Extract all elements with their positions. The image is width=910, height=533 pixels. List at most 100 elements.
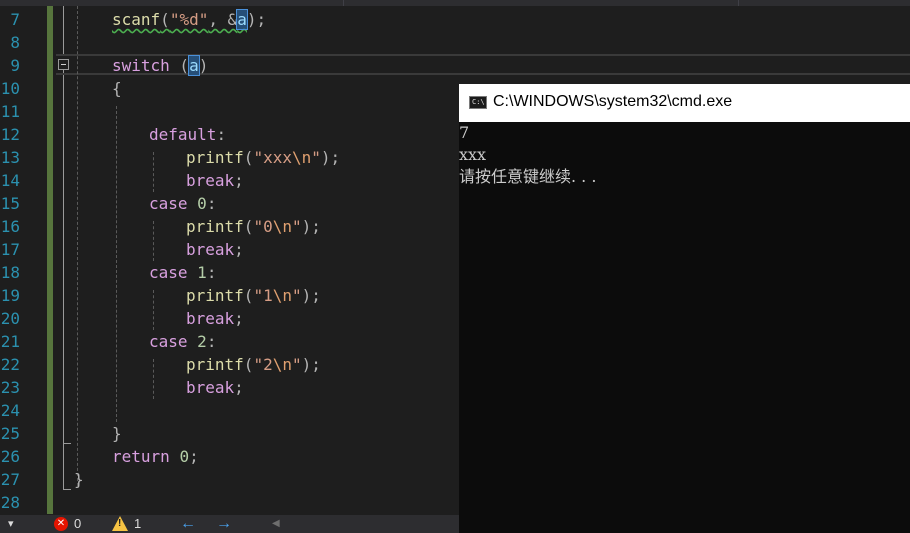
token: 1 <box>263 286 273 305</box>
cmd-icon: C:\. <box>469 96 487 109</box>
line-number: 13 <box>0 148 20 167</box>
warning-count[interactable]: 1 <box>134 515 141 533</box>
code-line-16: printf("0\n"); <box>186 215 321 238</box>
token: " <box>291 217 302 236</box>
console-window[interactable]: C:\. C:\WINDOWS\system32\cmd.exe 7 xxx 请… <box>459 84 910 533</box>
token: ; <box>234 309 244 328</box>
line-number: 25 <box>0 424 20 443</box>
code-line-23: break; <box>186 376 244 399</box>
console-title: C:\WINDOWS\system32\cmd.exe <box>493 93 733 110</box>
indent-guide <box>116 106 117 422</box>
token: : <box>206 332 217 351</box>
token: 0 <box>263 217 273 236</box>
line-number: 26 <box>0 447 20 466</box>
token: ); <box>301 217 321 236</box>
token: , & <box>208 10 238 29</box>
token: " <box>291 355 302 374</box>
token: ( <box>243 217 254 236</box>
line-number: 22 <box>0 355 20 374</box>
document-tab[interactable] <box>343 0 739 6</box>
indent-guide <box>153 152 154 192</box>
token: } <box>112 424 122 443</box>
error-count[interactable]: 0 <box>74 515 81 533</box>
line-number: 7 <box>10 10 20 29</box>
console-output: 7 xxx 请按任意键继续. . . <box>459 122 596 188</box>
token: 0 <box>197 194 207 213</box>
line-number: 18 <box>0 263 20 282</box>
token: ( <box>169 56 190 75</box>
token: "%d" <box>169 10 209 29</box>
line-number: 20 <box>0 309 20 328</box>
token: " <box>253 148 264 167</box>
line-number: 12 <box>0 125 20 144</box>
navigate-forward-icon[interactable]: → <box>216 515 232 533</box>
token: printf <box>186 217 244 236</box>
token: 0 <box>179 447 190 466</box>
token: xxx <box>263 148 292 167</box>
token: { <box>112 79 122 98</box>
token: switch <box>112 56 170 75</box>
token: default <box>149 125 217 144</box>
token: return <box>112 447 170 466</box>
token: ); <box>301 355 321 374</box>
token: " <box>253 286 264 305</box>
outline-end <box>63 489 71 490</box>
line-number: 16 <box>0 217 20 236</box>
token: case <box>149 263 188 282</box>
token: break <box>186 240 235 259</box>
document-tab-strip <box>0 0 910 6</box>
token: 1 <box>197 263 207 282</box>
line-number: 24 <box>0 401 20 420</box>
outline-end <box>63 443 71 444</box>
indent-guide <box>153 221 154 261</box>
warning-icon[interactable] <box>112 516 128 531</box>
code-line-22: printf("2\n"); <box>186 353 321 376</box>
token: ( <box>243 286 254 305</box>
token: : <box>206 194 217 213</box>
token: \n <box>272 217 292 236</box>
line-number-gutter: 7 8 9 10 11 12 13 14 15 16 17 18 19 20 2… <box>0 6 48 515</box>
token: ); <box>301 286 321 305</box>
token: : <box>216 125 227 144</box>
token: case <box>149 194 188 213</box>
indent-guide <box>77 6 78 486</box>
code-line-20: break; <box>186 307 244 330</box>
token: ; <box>234 378 244 397</box>
navigate-back-icon[interactable]: ← <box>180 515 196 533</box>
token: 2 <box>263 355 273 374</box>
token: break <box>186 309 235 328</box>
line-number: 23 <box>0 378 20 397</box>
line-number: 8 <box>10 33 20 52</box>
scroll-left-icon[interactable]: ◀ <box>272 515 280 533</box>
line-number: 9 <box>10 56 20 75</box>
highlighted-variable: a <box>188 55 200 76</box>
document-tab[interactable] <box>738 0 910 6</box>
dropdown-icon[interactable]: ▾ <box>8 515 14 533</box>
token: ( <box>243 355 254 374</box>
token: printf <box>186 286 244 305</box>
code-line-18: case 1: <box>149 261 216 284</box>
token: \n <box>291 148 312 167</box>
line-number: 28 <box>0 493 20 512</box>
console-title-bar[interactable]: C:\. C:\WINDOWS\system32\cmd.exe <box>459 84 910 122</box>
line-number: 15 <box>0 194 20 213</box>
token: " <box>291 286 302 305</box>
code-line-15: case 0: <box>149 192 216 215</box>
token: ( <box>243 148 254 167</box>
console-line: 请按任意键继续. . . <box>459 167 597 186</box>
code-line-14: break; <box>186 169 244 192</box>
code-line-13: printf("xxx\n"); <box>186 146 340 169</box>
token: printf <box>186 355 244 374</box>
token: " <box>311 148 321 167</box>
outline-line <box>63 70 64 489</box>
token: case <box>149 332 188 351</box>
code-line-9: switch (a) <box>112 54 208 77</box>
code-line-26: return 0; <box>112 445 199 468</box>
code-line-27: } <box>74 468 84 491</box>
change-tracking-bar <box>47 6 53 514</box>
line-number: 10 <box>0 79 20 98</box>
token: } <box>74 470 84 489</box>
error-icon[interactable]: ✕ <box>54 517 68 531</box>
line-number: 14 <box>0 171 20 190</box>
line-number: 17 <box>0 240 20 259</box>
